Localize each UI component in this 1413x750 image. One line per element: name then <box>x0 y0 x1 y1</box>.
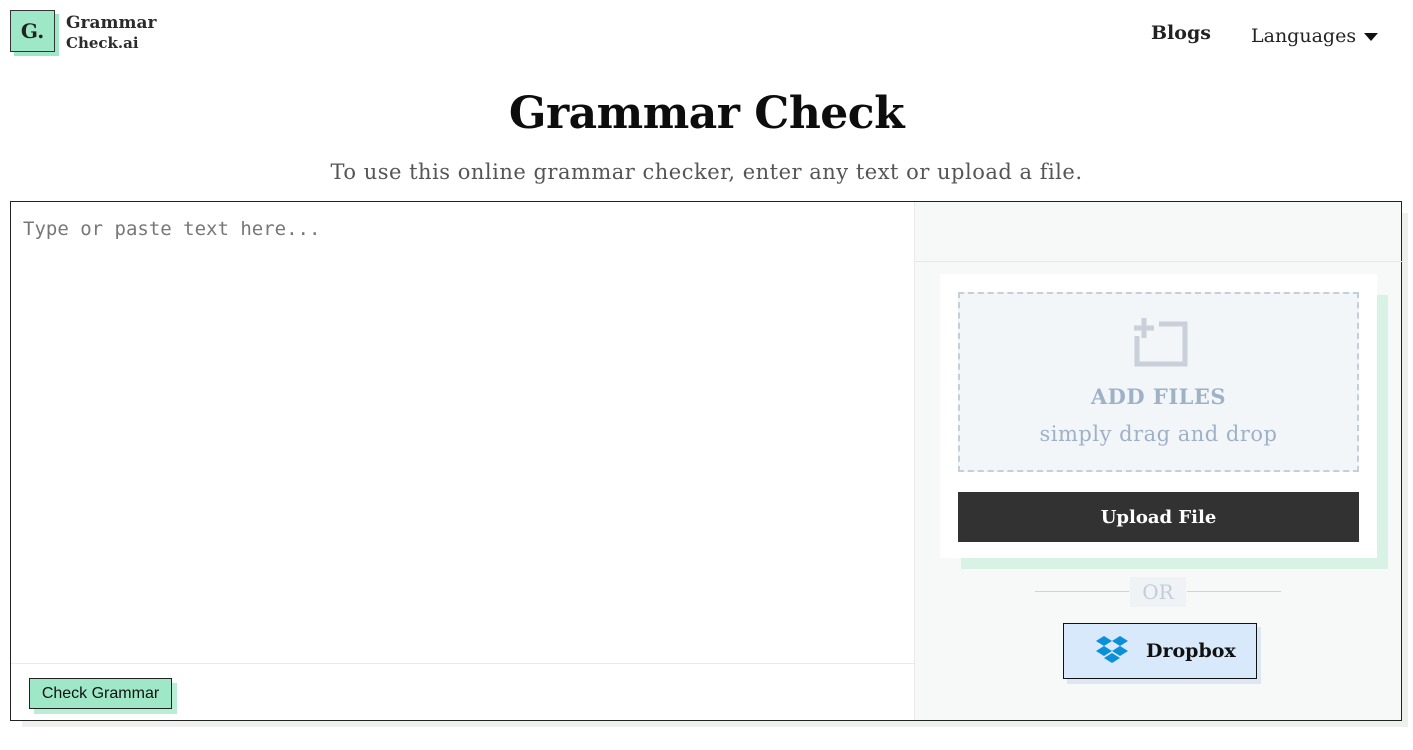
page-title: Grammar Check <box>508 88 905 139</box>
dropbox-icon <box>1096 636 1128 663</box>
check-grammar-wrap: Check Grammar <box>29 678 177 714</box>
page-subtitle: To use this online grammar checker, ente… <box>330 160 1083 184</box>
logo-line1: Grammar <box>66 13 157 33</box>
add-file-icon <box>1134 318 1188 367</box>
add-files-label: ADD FILES <box>1090 384 1227 409</box>
or-line-left <box>1035 591 1129 592</box>
nav-languages-dropdown[interactable]: Languages <box>1251 25 1379 47</box>
dropbox-button[interactable]: Dropbox <box>1063 623 1257 679</box>
drag-drop-label: simply drag and drop <box>1039 422 1278 446</box>
logo-line2: Check.ai <box>66 34 143 53</box>
or-line-right <box>1187 591 1281 592</box>
upload-card: ADD FILES simply drag and drop Upload Fi… <box>940 274 1377 558</box>
upload-file-button[interactable]: Upload File <box>958 492 1359 542</box>
header: G. Grammar Check.ai Blogs Languages <box>0 0 1413 70</box>
logo-mark: G. <box>10 10 55 52</box>
dropbox-label: Dropbox <box>1146 640 1236 662</box>
editor-footer: Check Grammar <box>11 663 914 720</box>
nav-blogs-link[interactable]: Blogs <box>1151 22 1211 44</box>
nav-languages-label: Languages <box>1251 25 1357 47</box>
text-input[interactable] <box>11 202 914 663</box>
text-editor <box>11 202 914 663</box>
grammar-panel: Check Grammar ADD FILES simply drag and … <box>10 201 1402 721</box>
file-dropzone[interactable]: ADD FILES simply drag and drop <box>958 292 1359 472</box>
dropbox-wrap: Dropbox <box>1063 623 1263 685</box>
sidebar-top-bar <box>915 202 1402 262</box>
or-label: OR <box>1130 577 1186 607</box>
caret-down-icon <box>1364 33 1379 41</box>
upload-sidebar: ADD FILES simply drag and drop Upload Fi… <box>914 202 1402 720</box>
logo[interactable]: G. <box>10 10 59 56</box>
logo-text[interactable]: Grammar Check.ai <box>66 13 156 53</box>
check-grammar-button[interactable]: Check Grammar <box>29 678 172 709</box>
or-divider: OR <box>1035 577 1281 607</box>
